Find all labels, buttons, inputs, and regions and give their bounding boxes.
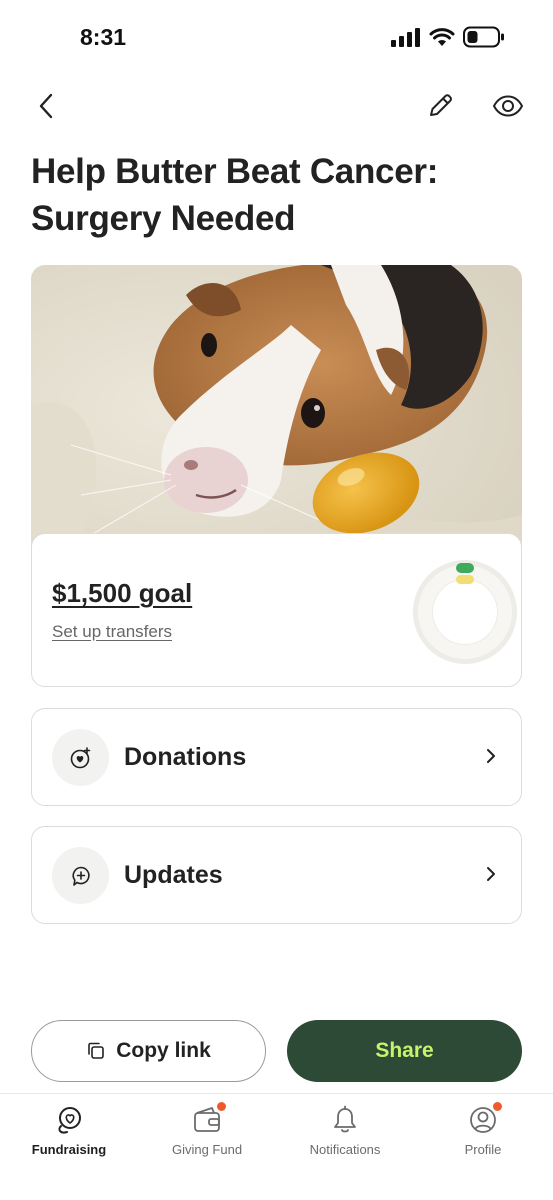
tab-bar: Fundraising Giving Fund Notifications Pr… [0,1093,553,1200]
share-label: Share [375,1039,434,1062]
pencil-icon [430,94,452,116]
copy-link-label: Copy link [116,1039,211,1062]
updates-card[interactable]: Updates [31,826,522,924]
bell-icon [329,1104,361,1136]
goal-amount: $1,500 goal [52,578,193,608]
tab-fundraising[interactable]: Fundraising [0,1094,138,1174]
goal-card: $1,500 goal Set up transfers [31,533,522,687]
back-button[interactable] [24,84,68,128]
status-bar: 8:31 [0,0,553,74]
profile-icon [467,1101,503,1136]
donations-card[interactable]: Donations [31,708,522,806]
share-button[interactable]: Share [287,1020,522,1082]
profile-badge [492,1101,503,1112]
fundraising-heart-icon [53,1104,85,1136]
eye-icon [492,95,524,117]
preview-button[interactable] [486,84,530,128]
edit-button[interactable] [418,84,462,128]
donations-icon-circle [52,729,109,786]
tab-notifications-label: Notifications [309,1142,381,1157]
top-nav [0,84,553,128]
copy-link-button[interactable]: Copy link [31,1020,266,1082]
copy-icon [88,1042,105,1059]
tab-giving-fund-label: Giving Fund [171,1142,243,1157]
status-time: 8:31 [80,24,127,50]
updates-plus-icon [72,866,90,886]
progress-green-segment [456,563,474,573]
tab-profile-label: Profile [464,1142,502,1157]
updates-label: Updates [124,861,223,889]
cover-photo[interactable] [31,265,522,555]
goal-progress-ring [413,560,517,664]
tab-profile[interactable]: Profile [414,1094,552,1174]
wallet-icon [191,1101,227,1136]
guinea-pig-photo [31,265,522,555]
chevron-left-icon [39,93,53,119]
updates-icon-circle [52,847,109,904]
battery-icon [463,26,504,48]
donations-heart-icon [70,746,90,768]
tab-notifications[interactable]: Notifications [276,1094,414,1174]
setup-transfers-link[interactable]: Set up transfers [52,622,172,642]
progress-yellow-segment [456,575,474,584]
giving-fund-badge [216,1101,227,1112]
cellular-signal-icon [391,28,420,47]
donations-label: Donations [124,743,247,771]
status-icons [391,26,505,48]
page-title: Help Butter Beat Cancer: Surgery Needed [31,152,439,238]
wifi-icon [429,28,455,46]
chevron-right-icon [487,749,495,763]
tab-fundraising-label: Fundraising [31,1142,107,1157]
chevron-right-icon [487,867,495,881]
tab-giving-fund[interactable]: Giving Fund [138,1094,276,1174]
